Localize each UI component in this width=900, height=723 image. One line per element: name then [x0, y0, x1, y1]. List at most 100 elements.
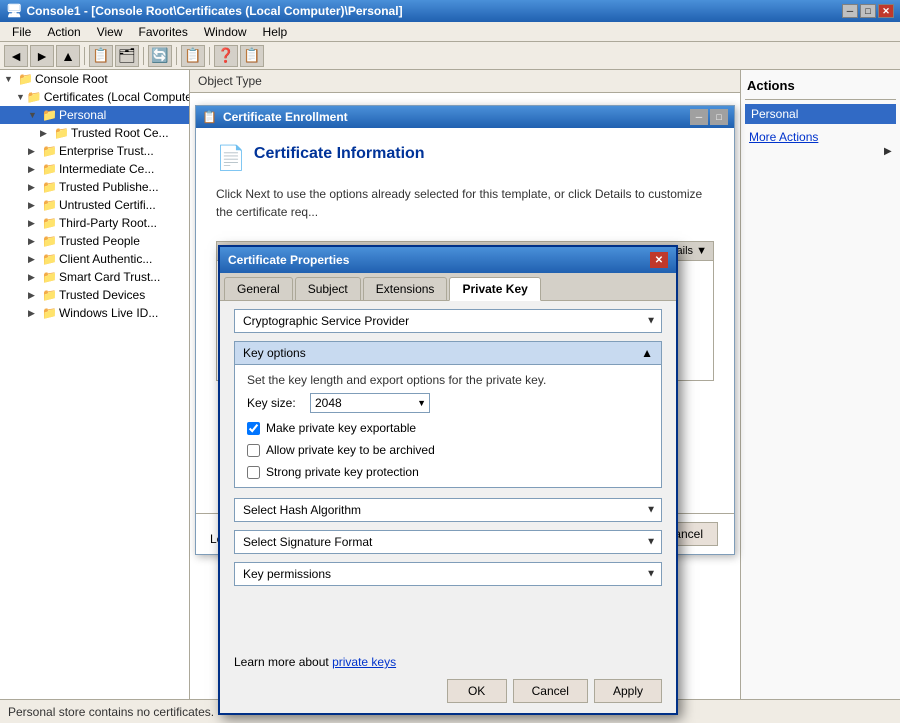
ok-button[interactable]: OK [447, 679, 507, 703]
cert-properties-dialog: Certificate Properties ✕ General Subject… [218, 245, 678, 715]
cert-enrollment-title-bar: 📋 Certificate Enrollment ─ □ [196, 106, 734, 128]
sidebar-item-personal[interactable]: ▼ 📁 Personal [0, 106, 189, 124]
folder-icon: 📁 [42, 108, 57, 122]
cert-props-close-button[interactable]: ✕ [650, 252, 668, 268]
expand-icon: ▶ [28, 146, 40, 157]
sidebar-item-trusted-publisher[interactable]: ▶ 📁 Trusted Publishe... [0, 178, 189, 196]
menu-help[interactable]: Help [255, 23, 296, 41]
signature-format-dropdown[interactable]: Select Signature Format [234, 530, 662, 554]
cert-enrollment-title-left: 📋 Certificate Enrollment [202, 110, 348, 124]
folder-icon: 📁 [42, 180, 57, 194]
toolbar-forward[interactable]: ► [30, 45, 54, 67]
actions-selected-item: Personal [745, 104, 896, 124]
menu-bar: File Action View Favorites Window Help [0, 22, 900, 42]
toolbar-snap[interactable]: 📋 [240, 45, 264, 67]
sidebar-item-trusted-devices[interactable]: ▶ 📁 Trusted Devices [0, 286, 189, 304]
minimize-button[interactable]: ─ [842, 4, 858, 18]
toolbar-new[interactable]: 🗂 [115, 45, 139, 67]
sidebar-item-trusted-people[interactable]: ▶ 📁 Trusted People [0, 232, 189, 250]
menu-favorites[interactable]: Favorites [131, 23, 196, 41]
csp-dropdown[interactable]: Cryptographic Service Provider [234, 309, 662, 333]
toolbar-refresh[interactable]: 🔄 [148, 45, 172, 67]
key-permissions-dropdown-row: Key permissions ▼ [234, 562, 662, 586]
folder-icon: 📁 [54, 126, 69, 140]
expand-icon: ▶ [28, 254, 40, 265]
folder-icon: 📁 [42, 270, 57, 284]
key-size-label: Key size: [247, 396, 302, 410]
maximize-button[interactable]: □ [860, 4, 876, 18]
tab-subject[interactable]: Subject [295, 277, 361, 300]
allow-archive-label: Allow private key to be archived [266, 443, 435, 457]
key-permissions-dropdown[interactable]: Key permissions [234, 562, 662, 586]
expand-icon: ▶ [28, 218, 40, 229]
make-exportable-checkbox[interactable] [247, 422, 260, 435]
sidebar-item-third-party[interactable]: ▶ 📁 Third-Party Root... [0, 214, 189, 232]
tab-extensions[interactable]: Extensions [363, 277, 448, 300]
expand-icon: ▶ [28, 290, 40, 301]
toolbar-help[interactable]: ❓ [214, 45, 238, 67]
menu-action[interactable]: Action [39, 23, 88, 41]
folder-icon: 📁 [42, 162, 57, 176]
sidebar-item-untrusted[interactable]: ▶ 📁 Untrusted Certifi... [0, 196, 189, 214]
key-size-select[interactable]: 2048 512 1024 4096 [310, 393, 430, 413]
sidebar-item-trusted-root[interactable]: ▶ 📁 Trusted Root Ce... [0, 124, 189, 142]
folder-icon: 📁 [42, 288, 57, 302]
menu-file[interactable]: File [4, 23, 39, 41]
toolbar-separator-2 [143, 47, 144, 65]
strong-protection-label: Strong private key protection [266, 465, 419, 479]
expand-icon: ▼ [16, 92, 25, 102]
title-bar-controls: ─ □ ✕ [842, 4, 894, 18]
checkbox-allow-archive: Allow private key to be archived [247, 443, 649, 457]
cert-enrollment-minimize[interactable]: ─ [690, 109, 708, 125]
toolbar-show-hide[interactable]: 📋 [89, 45, 113, 67]
cert-enrollment-heading-row: 📄 Certificate Information [216, 144, 714, 173]
toolbar-back[interactable]: ◄ [4, 45, 28, 67]
expand-icon: ▶ [40, 128, 52, 139]
sidebar-item-enterprise-trust[interactable]: ▶ 📁 Enterprise Trust... [0, 142, 189, 160]
toolbar-separator-4 [209, 47, 210, 65]
sidebar-item-client-auth[interactable]: ▶ 📁 Client Authentic... [0, 250, 189, 268]
private-keys-link[interactable]: private keys [332, 655, 396, 669]
expand-icon: ▶ [28, 182, 40, 193]
expand-icon: ▶ [28, 164, 40, 175]
cert-props-title-bar: Certificate Properties ✕ [220, 247, 676, 273]
key-options-body: Set the key length and export options fo… [234, 365, 662, 488]
action-more[interactable]: More Actions [745, 128, 896, 146]
cancel-button[interactable]: Cancel [513, 679, 588, 703]
cert-info-description: Click Next to use the options already se… [216, 185, 714, 221]
sidebar-item-console-root[interactable]: ▼ 📁 Console Root [0, 70, 189, 88]
app-icon: 🖥 [6, 3, 23, 19]
menu-window[interactable]: Window [196, 23, 255, 41]
close-button[interactable]: ✕ [878, 4, 894, 18]
menu-view[interactable]: View [89, 23, 131, 41]
cert-enrollment-maximize[interactable]: □ [710, 109, 728, 125]
sidebar-item-smart-card[interactable]: ▶ 📁 Smart Card Trust... [0, 268, 189, 286]
sidebar-item-windows-live[interactable]: ▶ 📁 Windows Live ID... [0, 304, 189, 322]
key-options-header[interactable]: Key options ▲ [234, 341, 662, 365]
toolbar: ◄ ► ▲ 📋 🗂 🔄 📋 ❓ 📋 [0, 42, 900, 70]
sidebar-item-intermediate[interactable]: ▶ 📁 Intermediate Ce... [0, 160, 189, 178]
toolbar-properties[interactable]: 📋 [181, 45, 205, 67]
expand-icon: ▶ [28, 308, 40, 319]
cert-info-heading: Certificate Information [254, 145, 425, 163]
expand-icon: ▶ [28, 200, 40, 211]
toolbar-separator-3 [176, 47, 177, 65]
folder-icon: 📁 [42, 144, 57, 158]
allow-archive-checkbox[interactable] [247, 444, 260, 457]
apply-button[interactable]: Apply [594, 679, 662, 703]
hash-algorithm-dropdown-row: Select Hash Algorithm ▼ [234, 498, 662, 522]
content-header: Object Type [190, 70, 740, 93]
strong-protection-checkbox[interactable] [247, 466, 260, 479]
actions-panel: Actions Personal More Actions ▶ [740, 70, 900, 699]
hash-algorithm-dropdown[interactable]: Select Hash Algorithm [234, 498, 662, 522]
tab-private-key[interactable]: Private Key [449, 277, 540, 301]
sidebar-item-certificates[interactable]: ▼ 📁 Certificates (Local Compute... [0, 88, 189, 106]
expand-icon: ▶ [28, 236, 40, 247]
checkbox-make-exportable: Make private key exportable [247, 421, 649, 435]
folder-icon: 📁 [42, 216, 57, 230]
window-title: Console1 - [Console Root\Certificates (L… [27, 4, 403, 18]
expand-icon: ▼ [4, 74, 16, 84]
tab-general[interactable]: General [224, 277, 293, 300]
title-bar: 🖥 Console1 - [Console Root\Certificates … [0, 0, 900, 22]
toolbar-up[interactable]: ▲ [56, 45, 80, 67]
